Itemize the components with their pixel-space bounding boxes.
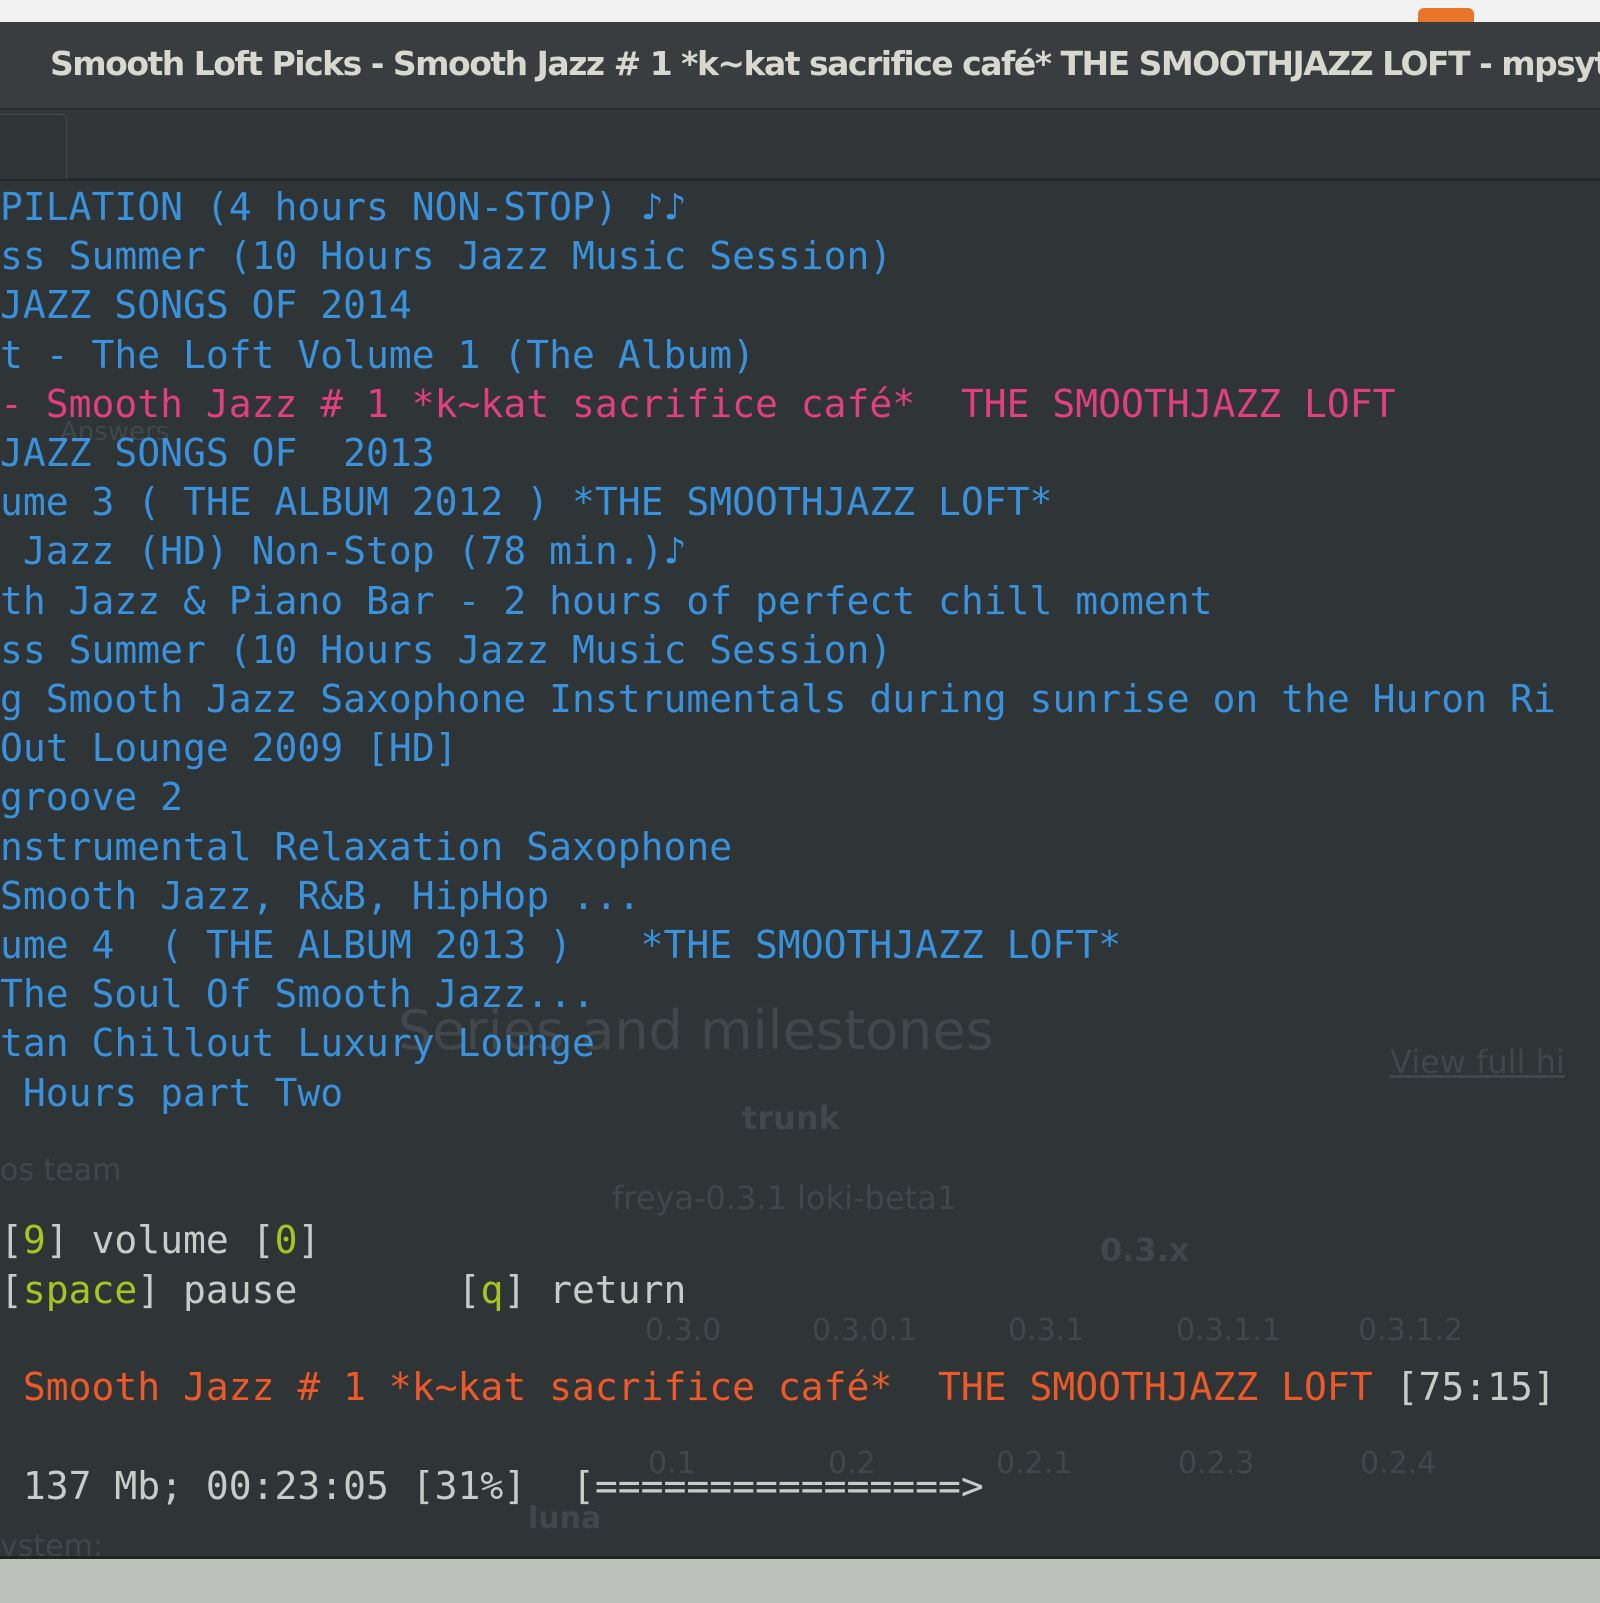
playlist-item[interactable]: t - The Loft Volume 1 (The Album) — [0, 331, 755, 380]
volume-controls: [9] volume [0] — [0, 1218, 321, 1262]
ghost-text: freya-0.3.1 loki-beta1 — [612, 1179, 958, 1217]
terminal[interactable]: Answers Series and milestones View full … — [0, 181, 1600, 1564]
window-title: Smooth Loft Picks - Smooth Jazz # 1 *k~k… — [50, 44, 1600, 83]
playlist-item-selected[interactable]: - Smooth Jazz # 1 *k~kat sacrifice café*… — [0, 380, 1396, 429]
playlist-item[interactable]: ume 4 ( THE ALBUM 2013 ) *THE SMOOTHJAZZ… — [0, 921, 1121, 970]
now-playing-duration: [75:15] — [1395, 1365, 1556, 1409]
playlist-item[interactable]: PILATION (4 hours NON-STOP) ♪♪ — [0, 183, 686, 232]
playlist-item[interactable]: ss Summer (10 Hours Jazz Music Session) — [0, 232, 892, 281]
playlist-item[interactable]: tan Chillout Luxury Lounge — [0, 1019, 595, 1068]
terminal-tab[interactable] — [0, 114, 67, 179]
ghost-text: 0.3.x — [1100, 1231, 1190, 1269]
now-playing-title: Smooth Jazz # 1 *k~kat sacrifice café* T… — [0, 1365, 1373, 1409]
playback-controls: [space] pause [q] return — [0, 1268, 687, 1312]
volume-up-key[interactable]: 0 — [275, 1218, 298, 1262]
playlist-item[interactable]: g Smooth Jazz Saxophone Instrumentals du… — [0, 675, 1556, 724]
pause-label: pause — [183, 1268, 298, 1312]
ghost-text: 0.3.0 — [645, 1313, 722, 1348]
browser-strip — [0, 0, 1600, 22]
playlist-item[interactable]: th Jazz & Piano Bar - 2 hours of perfect… — [0, 577, 1213, 626]
playlist-item[interactable]: groove 2 — [0, 773, 183, 822]
ghost-text: 0.2.4 — [1360, 1446, 1437, 1481]
volume-down-key[interactable]: 9 — [23, 1218, 46, 1262]
ghost-text: 0.3.1.2 — [1358, 1313, 1463, 1348]
playlist-item[interactable]: ss Summer (10 Hours Jazz Music Session) — [0, 626, 892, 675]
ghost-text: 0.2.1 — [996, 1446, 1073, 1481]
bottom-panel — [0, 1556, 1600, 1603]
ghost-text: os team — [0, 1153, 122, 1188]
window-titlebar[interactable]: Smooth Loft Picks - Smooth Jazz # 1 *k~k… — [0, 22, 1600, 110]
pause-key[interactable]: space — [23, 1268, 137, 1312]
tab-bar — [0, 110, 1600, 181]
ghost-text: 0.3.0.1 — [812, 1313, 917, 1348]
playlist-item[interactable]: Jazz (HD) Non-Stop (78 min.)♪ — [0, 527, 686, 576]
progress-line: 137 Mb; 00:23:05 [31%] [================… — [0, 1464, 984, 1508]
return-label: return — [549, 1268, 687, 1312]
playlist-item[interactable]: Hours part Two — [0, 1069, 343, 1118]
playlist-item[interactable]: ume 3 ( THE ALBUM 2012 ) *THE SMOOTHJAZZ… — [0, 478, 1052, 527]
rss-icon — [1418, 8, 1474, 22]
ghost-text: trunk — [742, 1099, 840, 1137]
return-key[interactable]: q — [480, 1268, 503, 1312]
volume-label: volume — [91, 1218, 229, 1262]
playlist-item[interactable]: JAZZ SONGS OF 2013 — [0, 429, 435, 478]
playlist-item[interactable]: Out Lounge 2009 [HD] — [0, 724, 458, 773]
playlist-item[interactable]: The Soul Of Smooth Jazz... — [0, 970, 595, 1019]
playlist-item[interactable]: nstrumental Relaxation Saxophone — [0, 823, 732, 872]
ghost-text: 0.3.1.1 — [1176, 1313, 1281, 1348]
now-playing: Smooth Jazz # 1 *k~kat sacrifice café* T… — [0, 1363, 1556, 1412]
ghost-text: 0.3.1 — [1008, 1313, 1085, 1348]
playlist-item[interactable]: Smooth Jazz, R&B, HipHop ... — [0, 872, 641, 921]
ghost-text: 0.2.3 — [1178, 1446, 1255, 1481]
playlist-item[interactable]: JAZZ SONGS OF 2014 — [0, 281, 412, 330]
ghost-text: View full hi — [1390, 1043, 1565, 1081]
